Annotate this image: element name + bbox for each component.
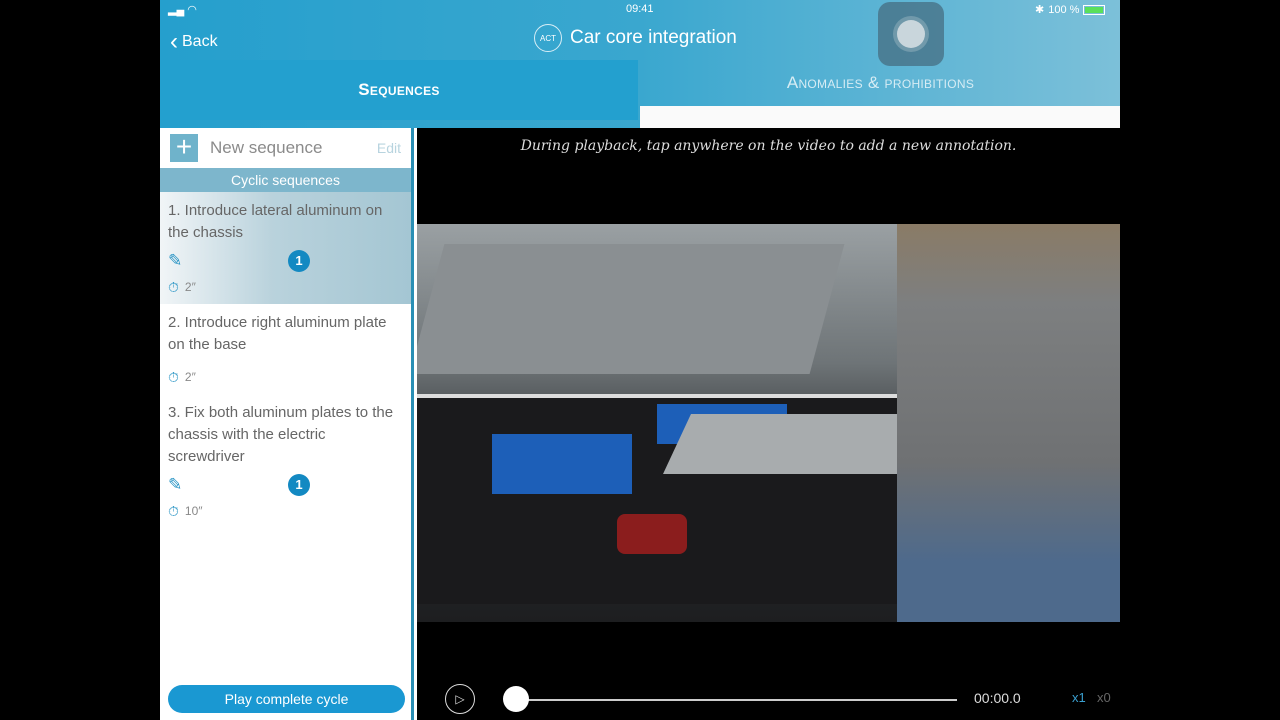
sequence-sidebar: + New sequence Edit Cyclic sequences 1. … [160,128,414,720]
edit-button[interactable]: Edit [377,140,401,156]
new-sequence-row: + New sequence Edit [160,128,411,168]
section-header: Cyclic sequences [160,168,411,192]
speed-x1-button[interactable]: x1 [1072,690,1086,705]
status-right: ✱ 100 % [1035,3,1106,16]
sequence-time: 10″ [184,504,203,518]
play-icon[interactable]: ▷ [445,684,475,714]
annotation-badge: 1 [288,474,310,496]
back-button[interactable]: ‹ Back [170,28,218,56]
annotation-hint: During playback, tap anywhere on the vid… [520,138,1017,154]
signal-wifi-icon: ▂▄ ◠ [168,4,197,16]
sequence-time: 2″ [184,280,196,294]
blue-bin [492,434,632,494]
sequence-item[interactable]: 2. Introduce right aluminum plate on the… [160,304,411,394]
tab-sequences[interactable]: Sequences [160,60,638,120]
speed-x0-button[interactable]: x0 [1097,690,1111,705]
chassis-plate [663,414,931,474]
battery-label: 100 % [1048,3,1080,16]
play-complete-cycle-button[interactable]: Play complete cycle [168,685,405,713]
sequence-title: 2. Introduce right aluminum plate on the… [168,314,387,353]
timecode: 00:00.0 [974,690,1021,706]
video-frame[interactable] [417,224,1120,622]
video-player[interactable]: During playback, tap anywhere on the vid… [417,128,1120,720]
seek-handle[interactable] [503,686,529,712]
screwdriver [617,514,687,554]
stopwatch-icon: ⏱ [168,279,179,295]
bins-shelf [417,244,845,374]
assistive-touch-button[interactable] [878,2,944,66]
stopwatch-icon: ⏱ [168,369,179,385]
sequence-title: 1. Introduce lateral aluminum on the cha… [168,202,383,241]
seek-bar[interactable] [517,699,957,701]
sequence-title: 3. Fix both aluminum plates to the chass… [168,404,394,465]
sequence-item[interactable]: 3. Fix both aluminum plates to the chass… [160,394,411,528]
worker [897,224,1120,622]
playback-controls: ▷ 00:00.0 x1 x0 [417,680,1120,720]
pencil-icon[interactable]: ✎ [168,474,182,496]
pencil-icon[interactable]: ✎ [168,250,182,272]
annotation-badge: 1 [288,250,310,272]
chevron-left-icon: ‹ [170,28,178,55]
header: ▂▄ ◠ 09:41 ✱ 100 % ‹ Back ACT Car core int… [160,0,1120,128]
battery-icon [1083,4,1106,15]
sequence-time: 2″ [184,370,196,384]
bluetooth-icon: ✱ [1035,4,1045,16]
app: ▂▄ ◠ 09:41 ✱ 100 % ‹ Back ACT Car core int… [160,0,1120,720]
tab-underline [640,106,1120,128]
stopwatch-icon: ⏱ [168,503,179,519]
plus-icon[interactable]: + [170,133,198,162]
tab-anomalies[interactable]: Anomalies & prohibitions [641,60,1120,106]
status-time: 09:41 [626,3,654,15]
title-text: Car core integration [570,27,737,48]
sequence-item[interactable]: 1. Introduce lateral aluminum on the cha… [160,192,411,304]
back-label: Back [182,33,218,50]
act-logo-icon: ACT [534,24,562,52]
new-sequence-button[interactable]: New sequence [210,138,365,158]
page-title: ACT Car core integration [534,24,737,52]
